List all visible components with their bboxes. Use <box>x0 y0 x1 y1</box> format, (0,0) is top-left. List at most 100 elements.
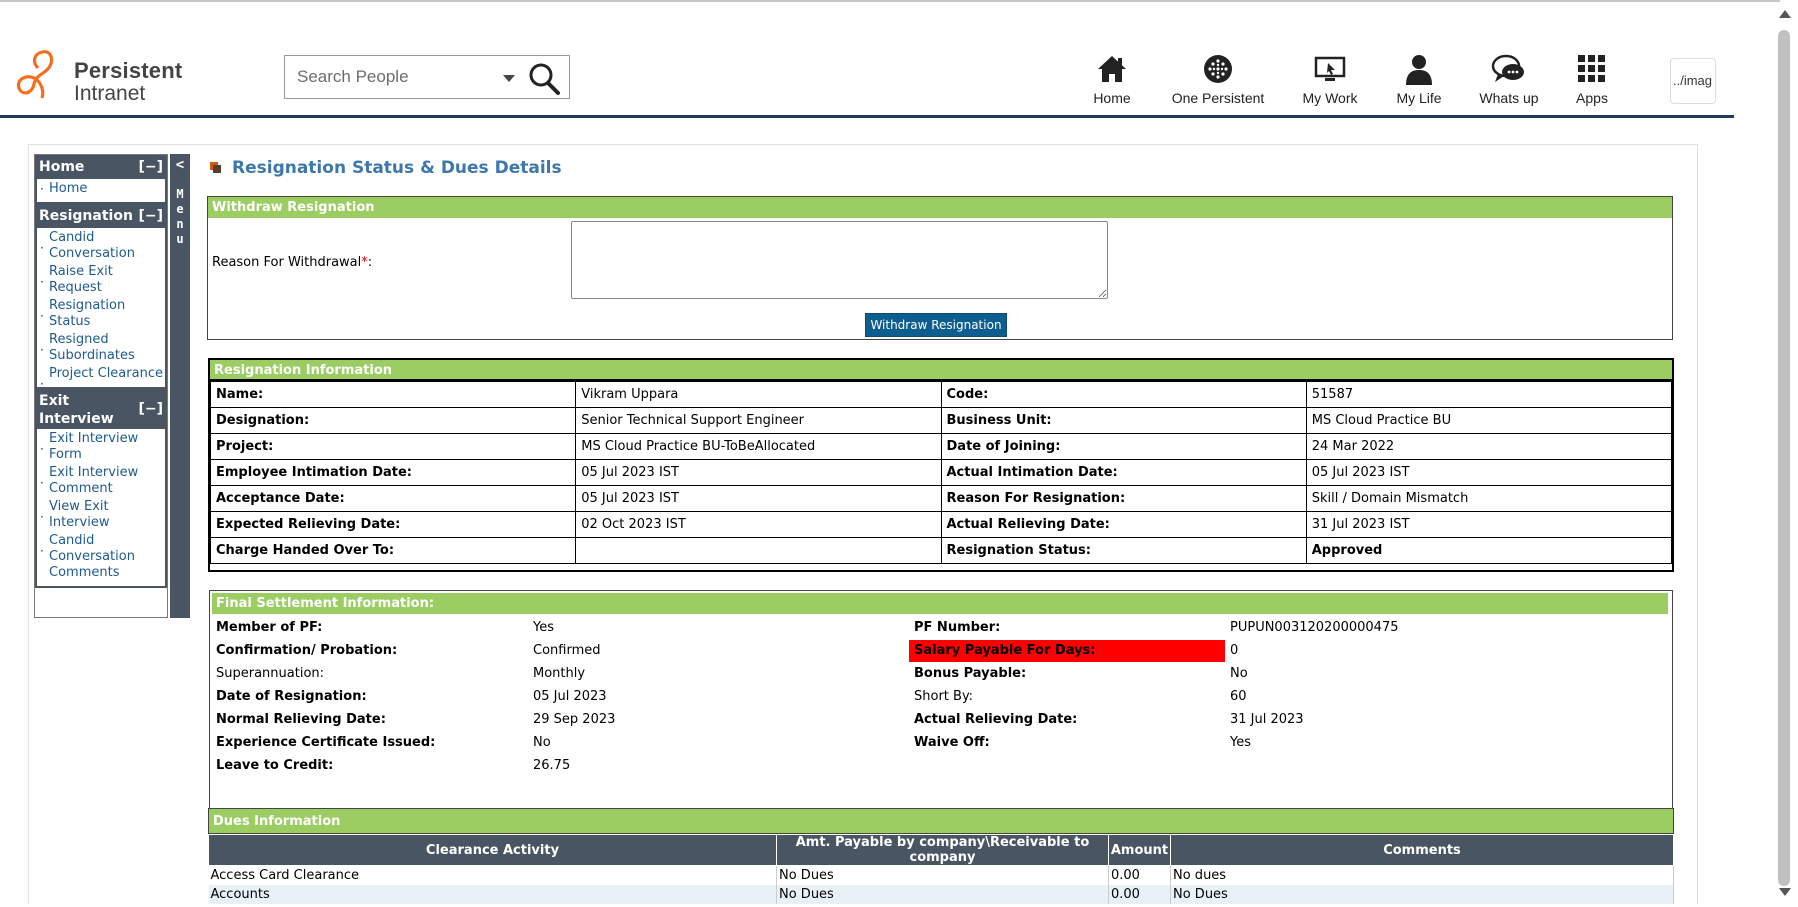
nav-my-life[interactable]: My Life <box>1390 52 1448 112</box>
resignation-information-panel: Resignation Information Name: Vikram Uppa… <box>208 358 1674 572</box>
sidebar-item-candid-conversation-comments[interactable]: Candid Conversation Comments <box>39 533 163 581</box>
field-label: Bonus Payable: <box>914 666 1027 681</box>
site-header: Persistent Intranet Home One Persistent <box>0 2 1734 118</box>
table-cell: No dues <box>1170 865 1674 885</box>
table-cell: Access Card Clearance <box>208 865 777 885</box>
search-icon[interactable] <box>527 62 561 96</box>
collapse-toggle[interactable]: [−] <box>138 400 163 418</box>
column-header: Comments <box>1170 834 1674 866</box>
field-label: Superannuation: <box>216 666 325 681</box>
dues-information-heading: Dues Information <box>208 808 1674 834</box>
sidebar-item-raise-exit-request[interactable]: Raise Exit Request <box>39 264 163 296</box>
nav-label: My Life <box>1396 90 1442 106</box>
field-value: Yes <box>1230 735 1251 750</box>
field-value: Senior Technical Support Engineer <box>575 407 942 434</box>
home-icon <box>1098 56 1126 82</box>
sidebar-item-exit-interview-form[interactable]: Exit Interview Form <box>39 431 163 463</box>
table-row: Project: MS Cloud Practice BU-ToBeAllocat… <box>209 433 1673 460</box>
sidebar-item-resigned-subordinates[interactable]: Resigned Subordinates <box>39 332 163 364</box>
sidebar-section-body: Candid Conversation Raise Exit Request R… <box>35 228 167 392</box>
sidebar-section-title: Home <box>39 159 85 175</box>
sidebar-section-title: Resignation <box>39 208 133 224</box>
section-heading: Withdraw Resignation <box>208 197 1672 218</box>
field-value: MS Cloud Practice BU <box>1305 407 1673 434</box>
field-label: Member of PF: <box>216 620 323 635</box>
nav-label: Home <box>1093 90 1131 106</box>
collapse-arrow-icon[interactable]: < <box>170 157 190 173</box>
persistent-logo[interactable]: Persistent Intranet <box>16 46 186 106</box>
logo-mark-icon <box>16 50 54 99</box>
field-value: 05 Jul 2023 IST <box>575 485 942 512</box>
table-cell: 0.00 <box>1108 865 1171 885</box>
nav-home[interactable]: Home <box>1086 52 1138 112</box>
field-label: Actual Relieving Date: <box>914 712 1078 727</box>
sidebar-section-resignation[interactable]: Resignation [−] <box>35 204 167 228</box>
field-label: Project: <box>209 433 577 460</box>
nav-label: Whats up <box>1479 90 1539 106</box>
menu-collapse-strip[interactable]: < Menu <box>170 154 190 618</box>
table-row: Name: Vikram Uppara Code: 51587 <box>209 381 1673 408</box>
sidebar-section-home[interactable]: Home [−] <box>35 155 167 179</box>
field-value: Skill / Domain Mismatch <box>1305 485 1673 512</box>
field-label: Charge Handed Over To: <box>209 537 577 564</box>
avatar-alt-text: ../imag <box>1673 73 1713 88</box>
logo-subtitle: Intranet <box>74 82 146 105</box>
field-value: 31 Jul 2023 IST <box>1305 511 1673 538</box>
nav-label: One Persistent <box>1171 90 1265 106</box>
table-cell: No Dues <box>776 884 1109 904</box>
field-label: Resignation Status: <box>940 537 1307 564</box>
table-row: Designation: Senior Technical Support Eng… <box>209 407 1673 434</box>
field-label: Designation: <box>209 407 577 434</box>
field-label: Short By: <box>914 689 974 704</box>
field-value: 0 <box>1230 643 1239 658</box>
sidebar-section-exit-interview[interactable]: Exit Interview [−] <box>35 389 167 429</box>
nav-my-work[interactable]: My Work <box>1298 52 1362 112</box>
nav-one-persistent[interactable]: One Persistent <box>1166 52 1270 112</box>
column-header: Clearance Activity <box>208 834 777 866</box>
field-value: 05 Jul 2023 IST <box>575 459 942 486</box>
sidebar-item-project-clearance[interactable]: Project Clearance <box>39 366 163 392</box>
collapse-toggle[interactable]: [−] <box>138 207 163 225</box>
sidebar-item-exit-interview-comment[interactable]: Exit Interview Comment <box>39 465 163 497</box>
reason-for-withdrawal-textarea[interactable] <box>571 221 1108 299</box>
field-value: 05 Jul 2023 IST <box>1305 459 1673 486</box>
field-value: 29 Sep 2023 <box>533 712 616 727</box>
field-label: Actual Intimation Date: <box>940 459 1307 486</box>
avatar[interactable]: ../imag <box>1670 58 1716 104</box>
sidebar-item-candid-conversation[interactable]: Candid Conversation <box>39 230 163 262</box>
field-label: Normal Relieving Date: <box>216 712 386 727</box>
logo-title: Persistent <box>74 58 183 83</box>
field-value: Yes <box>533 620 554 635</box>
field-value <box>575 537 942 564</box>
field-label: Business Unit: <box>940 407 1307 434</box>
field-label: Waive Off: <box>914 735 990 750</box>
field-value: 31 Jul 2023 <box>1230 712 1304 727</box>
sidebar-item-view-exit-interview[interactable]: View Exit Interview <box>39 499 163 531</box>
scroll-down-icon[interactable] <box>1779 888 1791 896</box>
nav-apps[interactable]: Apps <box>1572 52 1612 112</box>
sidebar-item-resignation-status[interactable]: Resignation Status <box>39 298 163 330</box>
withdraw-resignation-button[interactable]: Withdraw Resignation <box>865 313 1007 337</box>
scrollbar-thumb[interactable] <box>1778 30 1790 886</box>
sidebar-item-home[interactable]: Home <box>39 181 163 197</box>
collapse-toggle[interactable]: [−] <box>138 158 163 176</box>
menu-vertical-label: Menu <box>176 187 184 246</box>
column-header: Amount <box>1108 834 1171 866</box>
field-value: MS Cloud Practice BU-ToBeAllocated <box>575 433 942 460</box>
section-heading: Resignation Information <box>210 360 1672 381</box>
field-value: 24 Mar 2022 <box>1305 433 1673 460</box>
field-value: 60 <box>1230 689 1247 704</box>
chevron-down-icon[interactable] <box>503 75 515 82</box>
section-heading: Final Settlement Information: <box>212 593 1668 614</box>
nav-whats-up[interactable]: Whats up <box>1475 52 1543 112</box>
field-label: Date of Resignation: <box>216 689 367 704</box>
scroll-up-icon[interactable] <box>1779 10 1791 18</box>
table-row: Charge Handed Over To: Resignation Status… <box>209 537 1673 564</box>
field-label: Actual Relieving Date: <box>940 511 1307 538</box>
field-value: 02 Oct 2023 IST <box>575 511 942 538</box>
table-row: Expected Relieving Date: 02 Oct 2023 IST A… <box>209 511 1673 538</box>
vertical-scrollbar[interactable] <box>1774 8 1794 898</box>
field-label: Experience Certificate Issued: <box>216 735 436 750</box>
field-value: Confirmed <box>533 643 601 658</box>
search-input[interactable] <box>297 66 497 88</box>
